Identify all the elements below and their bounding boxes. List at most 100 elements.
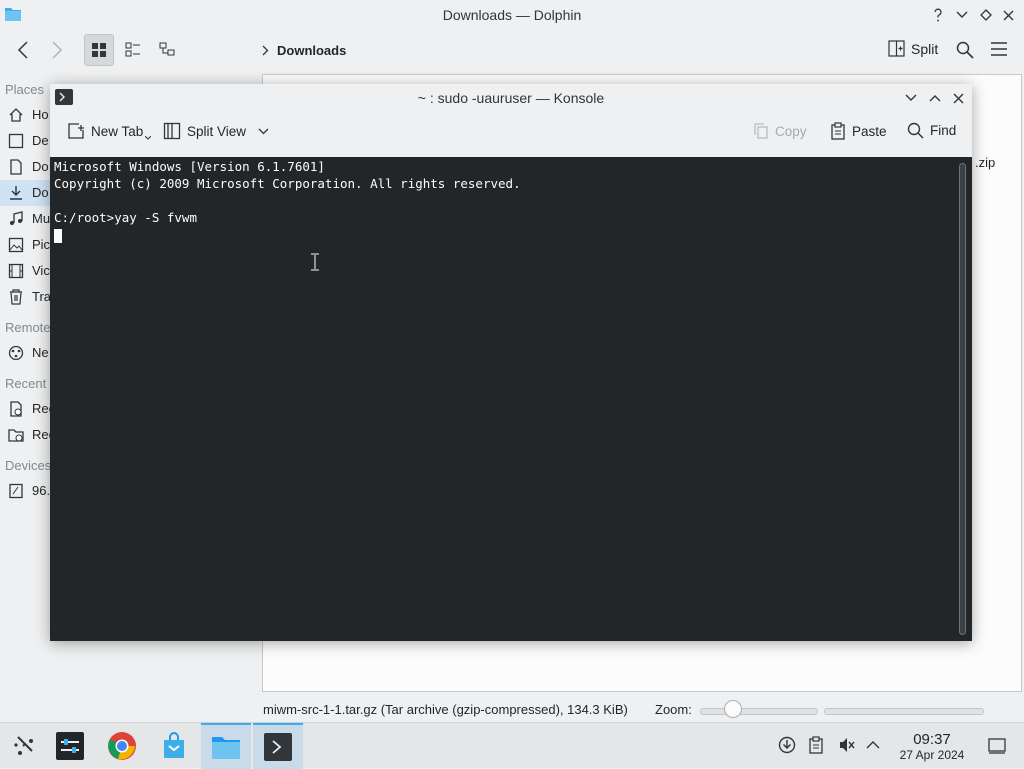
dropdown-indicator-icon xyxy=(145,136,152,140)
clipboard-icon xyxy=(809,736,823,754)
pictures-icon xyxy=(8,237,24,253)
home-icon xyxy=(9,108,23,122)
paste-icon xyxy=(831,122,845,140)
compact-view-button[interactable] xyxy=(118,34,148,66)
zoom-label: Zoom: xyxy=(655,702,692,717)
places-item-label: 96. xyxy=(32,483,51,498)
tray-volume[interactable] xyxy=(838,736,856,754)
free-space-bar xyxy=(824,708,984,715)
breadcrumb-chevron-icon xyxy=(262,45,269,56)
places-item-label: Do xyxy=(32,159,49,174)
chevron-up-icon xyxy=(929,95,941,102)
chevron-right-icon xyxy=(52,41,63,59)
split-view-button[interactable]: Split View xyxy=(163,122,269,140)
zoom-slider-track[interactable] xyxy=(700,708,818,715)
music-icon xyxy=(10,211,23,225)
tray-updates[interactable] xyxy=(778,736,796,754)
taskbar-chrome[interactable] xyxy=(97,723,147,769)
konsole-maximize-button[interactable] xyxy=(925,88,945,108)
recent-header: Recent xyxy=(5,376,47,391)
dolphin-files-icon xyxy=(212,737,240,759)
desktop-icon xyxy=(8,133,24,149)
terminal-scrollbar[interactable] xyxy=(959,163,966,635)
new-tab-button[interactable]: New Tab xyxy=(67,122,152,140)
tray-clipboard[interactable] xyxy=(808,736,824,754)
back-button[interactable] xyxy=(8,34,38,66)
new-tab-icon xyxy=(68,123,84,139)
places-header: Places xyxy=(5,82,45,97)
network-icon xyxy=(8,345,24,361)
system-settings-icon xyxy=(56,732,84,760)
text-cursor-icon xyxy=(311,253,319,271)
chevron-down-icon xyxy=(905,94,917,101)
app-launcher-button[interactable] xyxy=(0,723,50,769)
find-button[interactable]: Find xyxy=(907,122,956,139)
show-desktop-icon xyxy=(988,738,1006,754)
konsole-close-button[interactable] xyxy=(948,88,968,108)
file-item-label[interactable]: .zip xyxy=(975,155,995,170)
status-text: miwm-src-1-1.tar.gz (Tar archive (gzip-c… xyxy=(263,702,628,717)
split-view-icon xyxy=(163,122,181,140)
search-icon xyxy=(956,41,974,59)
hamburger-menu-button[interactable] xyxy=(990,41,1008,57)
zoom-slider-handle[interactable] xyxy=(724,700,742,718)
taskbar-system-settings[interactable] xyxy=(45,723,95,769)
clock-time[interactable]: 09:37 xyxy=(900,731,964,748)
copy-icon xyxy=(754,123,768,139)
dolphin-titlebar[interactable]: Downloads — Dolphin xyxy=(0,0,1024,30)
tray-expander[interactable] xyxy=(866,740,880,749)
copy-label: Copy xyxy=(775,123,807,139)
dolphin-window-title: Downloads — Dolphin xyxy=(442,7,582,23)
forward-button[interactable] xyxy=(42,34,72,66)
minimize-button[interactable] xyxy=(952,5,972,25)
breadcrumb[interactable]: Downloads xyxy=(262,43,346,58)
split-view-label: Split View xyxy=(187,123,247,139)
help-button[interactable] xyxy=(928,5,948,25)
breadcrumb-downloads[interactable]: Downloads xyxy=(277,43,346,58)
terminal-area[interactable]: Microsoft Windows [Version 6.1.7601] Cop… xyxy=(50,157,972,641)
hamburger-menu-icon xyxy=(991,42,1007,56)
diamond-icon xyxy=(980,9,992,21)
konsole-titlebar[interactable]: ~ : sudo -uauruser — Konsole xyxy=(50,84,972,112)
devices-header: Devices xyxy=(5,458,52,473)
drive-icon xyxy=(9,483,23,499)
clock-date[interactable]: 27 Apr 2024 xyxy=(892,748,972,762)
downloads-icon xyxy=(10,186,22,200)
details-view-button[interactable] xyxy=(152,34,182,66)
new-tab-label: New Tab xyxy=(91,123,144,139)
konsole-window: ~ : sudo -uauruser — Konsole New Tab Spl… xyxy=(50,84,972,641)
copy-button[interactable]: Copy xyxy=(753,122,807,140)
chrome-icon xyxy=(108,732,136,760)
remote-header: Remote xyxy=(5,320,51,335)
taskbar-dolphin[interactable] xyxy=(201,723,251,769)
taskbar-konsole[interactable] xyxy=(253,723,303,769)
find-label: Find xyxy=(930,123,957,138)
app-launcher-icon xyxy=(14,736,33,755)
tree-view-icon xyxy=(159,42,175,56)
volume-muted-icon xyxy=(840,738,855,752)
discover-store-icon xyxy=(164,732,184,758)
terminal-cursor xyxy=(54,229,62,243)
maximize-button[interactable] xyxy=(976,5,996,25)
recent-files-icon xyxy=(10,401,22,417)
konsole-minimize-button[interactable] xyxy=(901,88,921,108)
help-icon xyxy=(934,8,942,22)
chevron-up-icon xyxy=(866,741,880,749)
places-item-label: Vic xyxy=(32,263,50,278)
close-button[interactable] xyxy=(998,5,1018,25)
show-desktop-button[interactable] xyxy=(988,738,1006,754)
taskbar-discover[interactable] xyxy=(149,723,199,769)
places-item-label: De xyxy=(32,133,49,148)
split-button[interactable]: Split xyxy=(888,40,938,57)
split-view-icon xyxy=(888,40,905,57)
search-button[interactable] xyxy=(956,41,974,59)
close-icon xyxy=(953,93,963,103)
places-item-label: Ho xyxy=(32,107,49,122)
places-item-label: Tra xyxy=(32,289,52,304)
icons-view-button[interactable] xyxy=(84,34,114,66)
chevron-down-icon xyxy=(956,11,968,18)
paste-button[interactable]: Paste xyxy=(830,122,887,140)
places-item-label: Do xyxy=(32,185,49,200)
trash-icon xyxy=(10,289,22,305)
close-icon xyxy=(1003,10,1013,20)
